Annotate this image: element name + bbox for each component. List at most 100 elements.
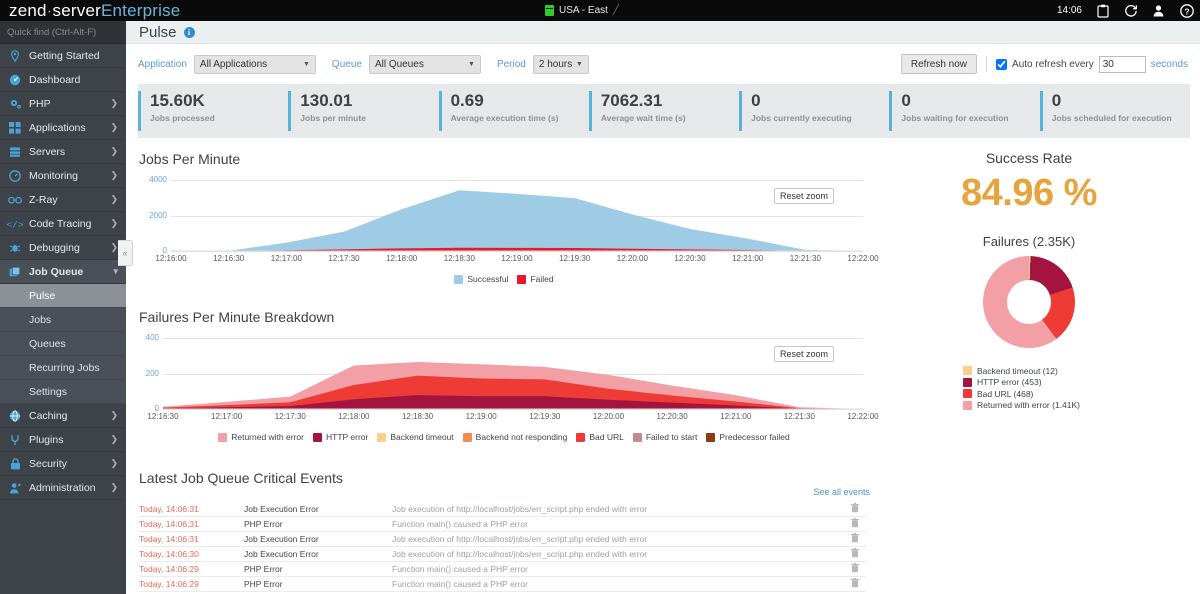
svg-text:</>: </>	[6, 219, 23, 230]
sidebar-item-security[interactable]: Security ❯	[0, 452, 126, 476]
glasses-icon	[8, 195, 22, 205]
chevron-down-icon: ▼	[575, 60, 583, 68]
sidebar-item-administration[interactable]: Administration ❯	[0, 476, 126, 500]
refresh-controls: Refresh now Auto refresh every seconds	[900, 54, 1188, 74]
kpi-value: 7062.31	[600, 91, 663, 110]
trash-icon[interactable]	[844, 578, 866, 590]
failures-per-minute-chart[interactable]: 0 200 400 12:16:30 12:17:00 12:17:30 12:18:00 1…	[139, 332, 879, 442]
table-row[interactable]: Today, 14:06:30 Job Execution Error Job ex…	[139, 547, 866, 562]
trash-icon[interactable]	[844, 533, 866, 545]
table-row[interactable]: Today, 14:06:31 Job Execution Error Job ex…	[139, 502, 866, 517]
sidebar-item-z-ray[interactable]: Z-Ray ❯	[0, 188, 126, 212]
legend-item[interactable]: Returned with error	[218, 432, 304, 442]
sidebar-item-code-tracing[interactable]: </> Code Tracing ❯	[0, 212, 126, 236]
sidebar-item-debugging[interactable]: Debugging ❯	[0, 236, 126, 260]
legend-item[interactable]: Backend not responding	[462, 432, 567, 442]
x-axis-tick: 12:16:00	[155, 254, 187, 263]
sidebar-item-label: Caching	[29, 409, 68, 422]
x-axis-tick: 12:17:00	[211, 412, 243, 421]
x-axis-tick: 12:20:00	[616, 254, 648, 263]
reset-zoom-button[interactable]: Reset zoom	[773, 188, 834, 204]
queue-select[interactable]: All Queues ▼	[368, 54, 481, 74]
auto-refresh-seconds-input[interactable]	[1098, 55, 1146, 73]
sidebar-item-servers[interactable]: Servers ❯	[0, 140, 126, 164]
brand-logo: zend·serverEnterprise	[0, 1, 180, 21]
sidebar-nav-lower: Caching ❯ Plugins ❯ Security ❯ Administration ❯	[0, 404, 126, 500]
sidebar-item-caching[interactable]: Caching ❯	[0, 404, 126, 428]
table-row[interactable]: Today, 14:06:29 PHP Error Function main() …	[139, 562, 866, 577]
legend-item[interactable]: HTTP error	[312, 432, 368, 442]
sidebar-item-php[interactable]: PHP ❯	[0, 92, 126, 116]
donut-legend-item[interactable]: HTTP error (453)	[963, 377, 1080, 389]
legend-item[interactable]: Predecessor failed	[706, 432, 790, 442]
svg-text:?: ?	[1184, 6, 1189, 16]
chevron-right-icon: ❯	[110, 194, 118, 204]
sidebar-subitem-pulse[interactable]: Pulse	[0, 284, 126, 308]
server-selector[interactable]: USA - East ╱	[545, 0, 619, 21]
event-message: Job execution of http://localhost/jobs/e…	[392, 534, 648, 544]
legend-swatch	[312, 432, 322, 442]
legend-item[interactable]: Backend timeout	[377, 432, 454, 442]
see-all-events-link[interactable]: See all events	[813, 487, 870, 497]
x-axis-tick: 12:18:30	[443, 254, 475, 263]
page-title: Pulse	[139, 23, 177, 41]
sidebar-item-dashboard[interactable]: Dashboard	[0, 68, 126, 92]
info-icon[interactable]: i	[183, 26, 195, 38]
sidebar-item-monitoring[interactable]: Monitoring ❯	[0, 164, 126, 188]
donut-legend-item[interactable]: Bad URL (468)	[963, 388, 1080, 400]
sidebar-nav: Getting Started Dashboard PHP ❯ Applications…	[0, 44, 126, 284]
legend-item[interactable]: Failed to start	[632, 432, 697, 442]
table-row[interactable]: Today, 14:06:31 Job Execution Error Job ex…	[139, 532, 866, 547]
trash-icon[interactable]	[844, 563, 866, 575]
legend-item[interactable]: Failed	[517, 274, 554, 284]
legend-item[interactable]: Successful	[454, 274, 508, 284]
trash-icon[interactable]	[844, 518, 866, 530]
chevron-right-icon: ❯	[110, 458, 118, 468]
chart-legend: Successful Failed	[139, 274, 869, 284]
legend-swatch	[963, 366, 972, 376]
donut-legend-item[interactable]: Backend timeout (12)	[963, 365, 1080, 377]
sidebar-item-plugins[interactable]: Plugins ❯	[0, 428, 126, 452]
table-row[interactable]: Today, 14:06:31 PHP Error Function main() …	[139, 517, 866, 532]
event-type: Job Execution Error	[244, 549, 319, 559]
x-axis-tick: 12:19:30	[559, 254, 591, 263]
speedometer-icon	[8, 169, 22, 182]
application-select[interactable]: All Applications ▼	[193, 54, 316, 74]
sidebar-subitem-recurring-jobs[interactable]: Recurring Jobs	[0, 356, 126, 380]
failures-breakdown-title: Failures Per Minute Breakdown	[139, 309, 335, 325]
period-filter-label: Period	[496, 58, 526, 70]
sidebar-subitem-queues[interactable]: Queues	[0, 332, 126, 356]
chevron-right-icon: ❯	[110, 434, 118, 444]
donut-legend-item[interactable]: Returned with error (1.41K)	[963, 400, 1080, 412]
search-input[interactable]	[7, 26, 139, 38]
sidebar-subitem-jobs[interactable]: Jobs	[0, 308, 126, 332]
refresh-icon[interactable]	[1123, 3, 1138, 18]
sidebar-item-getting-started[interactable]: Getting Started	[0, 44, 126, 68]
quick-find[interactable]	[0, 21, 149, 44]
globe-icon	[8, 409, 22, 422]
help-icon[interactable]: ?	[1179, 3, 1194, 18]
sidebar-collapse-handle[interactable]: «	[118, 240, 133, 266]
brand-zend: zend	[9, 0, 47, 20]
sidebar-item-applications[interactable]: Applications ❯	[0, 116, 126, 140]
legend-item[interactable]: Bad URL	[576, 432, 624, 442]
events-title: Latest Job Queue Critical Events	[139, 470, 343, 486]
table-row[interactable]: Today, 14:06:29 PHP Error Function main() …	[139, 577, 866, 592]
user-icon[interactable]	[1151, 3, 1166, 18]
auto-refresh-checkbox[interactable]	[996, 58, 1008, 70]
kpi-label: Jobs waiting for execution	[901, 113, 1009, 123]
period-select[interactable]: 2 hours ▼	[532, 54, 589, 74]
kpi-label: Jobs per minute	[300, 113, 366, 123]
clipboard-icon[interactable]	[1095, 3, 1110, 18]
refresh-now-button[interactable]: Refresh now	[900, 54, 978, 74]
sidebar-item-job-queue[interactable]: Job Queue ▾	[0, 260, 126, 284]
reset-zoom-button[interactable]: Reset zoom	[773, 346, 834, 362]
edit-server-icon[interactable]: ╱	[613, 5, 619, 16]
auto-refresh-label: Auto refresh every	[1012, 58, 1094, 70]
grid-icon	[8, 121, 22, 134]
event-message: Function main() caused a PHP error	[392, 564, 528, 574]
trash-icon[interactable]	[844, 503, 866, 515]
jobs-per-minute-chart[interactable]: 0 2000 4000 12:16:00 12:16:30 12:17:00 12:17:3…	[139, 174, 878, 284]
sidebar-subitem-settings[interactable]: Settings	[0, 380, 126, 404]
trash-icon[interactable]	[844, 548, 866, 560]
